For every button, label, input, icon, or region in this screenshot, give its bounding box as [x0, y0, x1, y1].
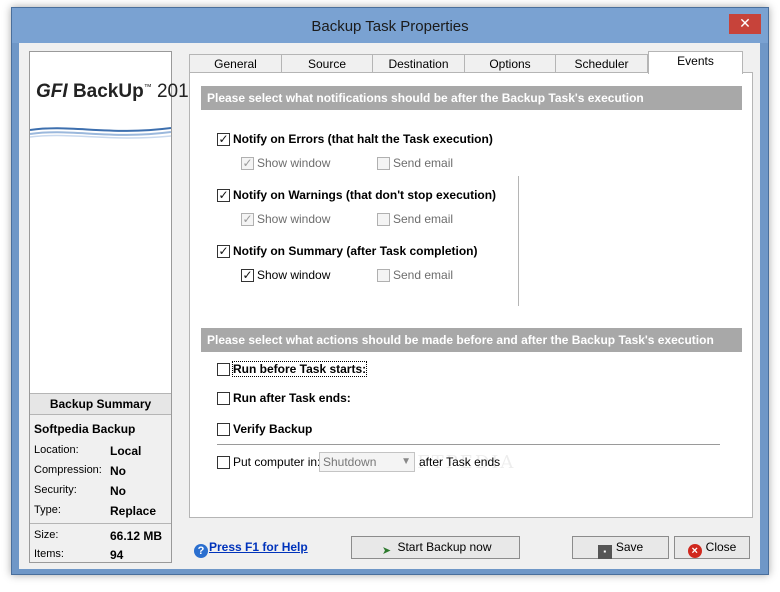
help-icon: ?	[194, 544, 208, 558]
close-button[interactable]: × Close	[674, 536, 750, 559]
checkbox-box[interactable]	[377, 157, 390, 170]
checkbox-box[interactable]	[377, 269, 390, 282]
tab-strip: General Source Destination Options Sched…	[189, 51, 753, 74]
left-panel: GFI BackUp™ 2012 Backup Summary Softpedi…	[29, 51, 199, 563]
checkbox-box[interactable]: ✓	[217, 245, 230, 258]
tab-source[interactable]: Source	[281, 54, 373, 73]
backup-task-properties-window: Backup Task Properties ✕ GFI BackUp™ 201…	[11, 7, 769, 575]
summary-row: Compression: No	[34, 464, 126, 478]
chevron-down-icon: ▼	[401, 456, 411, 467]
backup-summary: Softpedia Backup Location: Local Compres…	[30, 415, 171, 562]
summary-stat-row: Items: 94	[34, 548, 124, 562]
after-task-label: after Task ends	[419, 455, 501, 469]
start-backup-icon: ➤	[381, 545, 392, 557]
tab-options[interactable]: Options	[464, 54, 556, 73]
checkbox-box[interactable]: ✓	[241, 213, 254, 226]
gfi-backup-logo: GFI BackUp™ 2012	[30, 52, 199, 162]
checkbox-box[interactable]: ✓	[241, 269, 254, 282]
summary-divider	[30, 523, 171, 524]
help-link[interactable]: ? Press F1 for Help	[194, 540, 308, 558]
checkbox-box[interactable]: ✓	[241, 157, 254, 170]
checkbox-box[interactable]	[217, 392, 230, 405]
summary-stat-row: Size: 66.12 MB	[34, 529, 163, 543]
summary-row: Security: No	[34, 484, 126, 498]
actions-banner: Please select what actions should be mad…	[201, 328, 742, 352]
close-icon: ×	[687, 544, 702, 558]
tab-general[interactable]: General	[189, 54, 282, 73]
backup-summary-header: Backup Summary	[30, 393, 171, 415]
checkbox-box[interactable]: ✓	[217, 133, 230, 146]
tab-events[interactable]: Events	[648, 51, 743, 74]
tab-scheduler[interactable]: Scheduler	[555, 54, 648, 73]
logo-gfi: GFI	[36, 81, 68, 102]
notifications-divider	[518, 176, 519, 306]
power-option-select[interactable]: Shutdown ▼	[319, 452, 415, 472]
notifications-banner: Please select what notifications should …	[201, 86, 742, 110]
power-option-value: Shutdown	[323, 455, 377, 469]
save-button[interactable]: ▪ Save	[572, 536, 669, 559]
checkbox-box[interactable]	[217, 456, 230, 469]
summary-row: Location: Local	[34, 444, 142, 458]
logo-wave-graphic	[30, 127, 171, 139]
checkbox-box[interactable]	[217, 363, 230, 376]
tab-destination[interactable]: Destination	[372, 54, 465, 73]
checkbox-box[interactable]	[217, 423, 230, 436]
dialog-client-area: GFI BackUp™ 2012 Backup Summary Softpedi…	[19, 43, 760, 569]
title-bar[interactable]: Backup Task Properties ✕	[12, 8, 768, 43]
window-close-button[interactable]: ✕	[729, 14, 761, 34]
summary-task-name: Softpedia Backup	[34, 422, 136, 436]
window-title: Backup Task Properties	[311, 18, 469, 35]
summary-row: Type: Replace	[34, 504, 157, 518]
checkbox-box[interactable]: ✓	[217, 189, 230, 202]
start-backup-button[interactable]: ➤ Start Backup now	[351, 536, 520, 559]
checkbox-box[interactable]	[377, 213, 390, 226]
events-tab-page: Please select what notifications should …	[189, 72, 753, 518]
floppy-disk-icon: ▪	[597, 545, 612, 559]
actions-divider	[217, 444, 720, 445]
logo-product: BackUp	[72, 81, 144, 102]
